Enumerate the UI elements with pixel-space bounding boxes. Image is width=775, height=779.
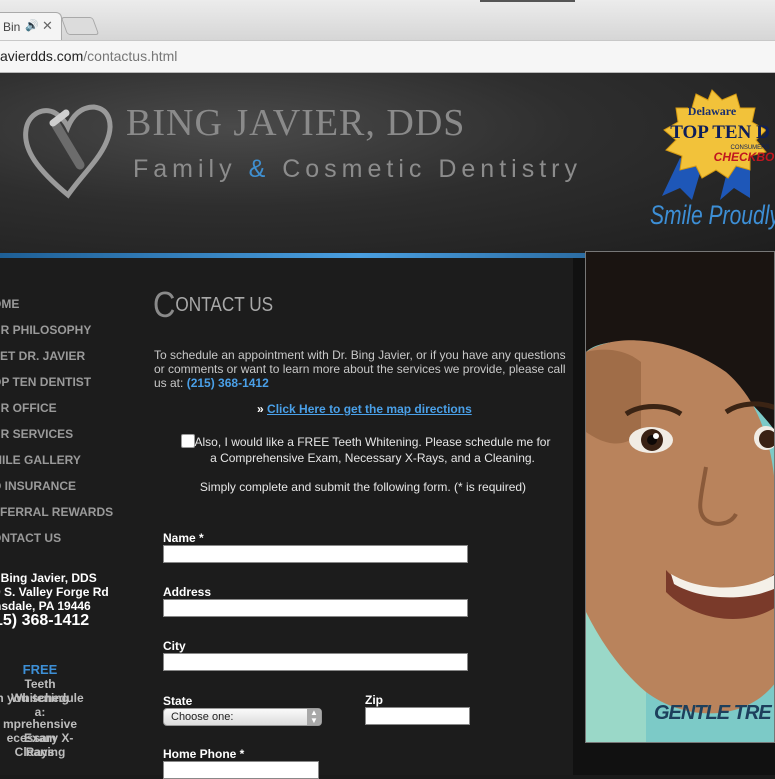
name-label: Name *	[163, 531, 204, 545]
address-line-3: nsdale, PA 19446	[0, 599, 91, 613]
nav-meet-dr-javier[interactable]: EET DR. JAVIER	[0, 349, 85, 363]
tagline-family: Family	[133, 155, 237, 183]
address-field[interactable]	[163, 599, 468, 617]
address-line-1: . Bing Javier, DDS	[0, 571, 97, 585]
city-field[interactable]	[163, 653, 468, 671]
address-label: Address	[163, 585, 212, 599]
nav-top-ten-dentist[interactable]: OP TEN DENTIST	[0, 375, 91, 389]
form-instructions: Simply complete and submit the following…	[199, 480, 527, 494]
sidebar-phone: 15) 368-1412	[0, 612, 90, 629]
address-line-2: 0 S. Valley Forge Rd	[0, 585, 109, 599]
browser-tab[interactable]: Bin 🔊 ✕	[0, 12, 62, 41]
url-path: /contactus.html	[83, 48, 178, 64]
zip-field[interactable]	[365, 707, 470, 725]
tab-strip-edge	[480, 0, 575, 2]
intro-phone: (215) 368-1412	[186, 376, 269, 390]
tagline-ampersand: &	[248, 155, 271, 183]
home-phone-field[interactable]	[163, 761, 319, 779]
address-bar[interactable]: avierdds.com/contactus.html	[0, 40, 775, 73]
url-host: avierdds.com	[0, 48, 84, 64]
promo-cleaning: Cleaning	[14, 745, 66, 759]
tab-title: Bin	[3, 20, 21, 34]
url-text[interactable]: avierdds.com/contactus.html	[0, 48, 177, 64]
page-title: CONTACT US	[153, 278, 274, 325]
child-face-image	[586, 252, 774, 742]
photo-footer	[585, 743, 775, 775]
close-icon[interactable]: ✕	[42, 18, 53, 34]
nav-our-office[interactable]: UR OFFICE	[0, 401, 57, 415]
tooth-heart-logo-icon[interactable]	[18, 95, 118, 205]
nav-home[interactable]: OME	[0, 297, 19, 311]
browser-tab-strip: Bin 🔊 ✕	[0, 0, 775, 41]
promo-free: FREE	[22, 662, 58, 677]
content-shadow	[573, 258, 585, 775]
nav-contact-us[interactable]: ONTACT US	[0, 531, 61, 545]
nav-our-philosophy[interactable]: UR PHILOSOPHY	[0, 323, 91, 337]
zip-label: Zip	[365, 693, 383, 707]
city-label: City	[163, 639, 186, 653]
select-arrows-icon: ▲ ▼	[307, 709, 321, 725]
badge-source: CHECKBO	[714, 150, 775, 164]
whitening-text: Also, I would like a FREE Teeth Whitenin…	[194, 435, 551, 465]
tagline-cosmetic: Cosmetic Dentistry	[282, 155, 582, 183]
new-tab-button[interactable]	[60, 17, 100, 35]
state-select-value: Choose one:	[171, 711, 234, 723]
badge-state: Delaware	[688, 104, 737, 118]
intro-text: To schedule an appointment with Dr. Bing…	[154, 348, 572, 390]
brand-tagline: Family & Cosmetic Dentistry	[133, 155, 582, 184]
top-ten-dentist-badge[interactable]: Delaware TOP TEN D CONSUMERS CHECKBO	[650, 88, 775, 200]
map-link-row: » Click Here to get the map directions	[257, 402, 472, 416]
title-initial: C	[153, 284, 176, 325]
brand-name[interactable]: BING JAVIER, DDS	[126, 101, 465, 145]
nav-referral-rewards[interactable]: EFERRAL REWARDS	[0, 505, 113, 519]
nav-our-services[interactable]: UR SERVICES	[0, 427, 73, 441]
nav-no-insurance[interactable]: O INSURANCE	[0, 479, 76, 493]
badge-title: TOP TEN D	[670, 122, 770, 143]
site-header: BING JAVIER, DDS Family & Cosmetic Denti…	[0, 73, 775, 253]
smiling-child-photo	[585, 251, 775, 743]
photo-caption: GENTLE TRE	[654, 702, 772, 724]
name-field[interactable]	[163, 545, 468, 563]
map-link-prefix: »	[257, 402, 264, 416]
nav-smile-gallery[interactable]: MILE GALLERY	[0, 453, 81, 467]
slogan: Smile Proudly	[650, 200, 775, 230]
state-select[interactable]: Choose one: ▲ ▼	[163, 708, 322, 726]
main-content	[148, 258, 573, 775]
home-phone-label: Home Phone *	[163, 747, 245, 761]
title-rest: ONTACT US	[175, 294, 274, 316]
state-label: State	[163, 694, 193, 708]
map-directions-link[interactable]: Click Here to get the map directions	[267, 402, 472, 416]
promo-schedule: n you schedule a:	[0, 691, 84, 719]
speaker-icon[interactable]: 🔊	[25, 19, 39, 32]
